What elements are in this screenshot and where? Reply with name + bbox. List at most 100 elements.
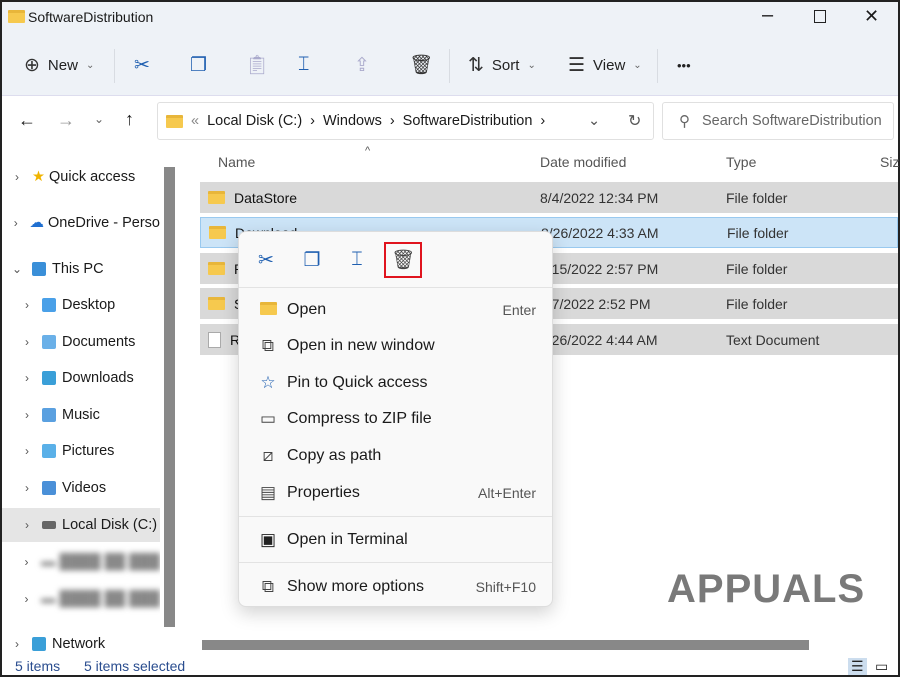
paste-button[interactable]: 📋︎ [245, 34, 269, 96]
column-header-date[interactable]: Date modified [540, 154, 626, 170]
folder-icon [8, 10, 25, 23]
menu-shortcut: Shift+F10 [475, 579, 536, 595]
new-button[interactable]: ⊕ New ⌄ [24, 34, 94, 96]
sort-button[interactable]: ⇅ Sort ⌄ [468, 34, 536, 96]
breadcrumb-softwaredistribution[interactable]: SoftwareDistribution [403, 113, 533, 129]
up-button[interactable]: ↑ [125, 109, 134, 130]
nav-videos[interactable]: › Videos [2, 471, 160, 505]
chevron-right-icon: › [25, 481, 29, 495]
divider [239, 516, 552, 517]
file-row[interactable]: DataStore 8/4/2022 12:34 PM File folder [200, 182, 898, 213]
file-date: 8/15/2022 2:57 PM [540, 260, 659, 277]
column-header-size[interactable]: Siz [880, 154, 899, 170]
window-title: SoftwareDistribution [28, 9, 154, 25]
column-header-name[interactable]: Name [218, 154, 255, 170]
address-history-chevron-icon[interactable]: ⌄ [588, 113, 600, 129]
file-date: 8/26/2022 4:33 AM [541, 224, 659, 241]
chevron-down-icon: ⌄ [85, 59, 95, 71]
nav-network-drive-1[interactable]: › ▬ ████ ██ ███ [2, 545, 160, 579]
rename-button[interactable]: ⌶ [298, 34, 309, 96]
nav-desktop[interactable]: › Desktop [2, 288, 160, 322]
text-file-icon [208, 331, 221, 348]
breadcrumb-local-disk[interactable]: Local Disk (C:) [207, 113, 302, 129]
forward-button[interactable]: → [57, 110, 75, 131]
column-header-type[interactable]: Type [726, 154, 756, 170]
command-bar: ⊕ New ⌄ ✂ ❐ 📋︎ ⌶ ⇪ 🗑︎ ⇅ Sort ⌄ ☰ View ⌄ ••• [2, 34, 898, 96]
clipboard-icon: 📋︎ [245, 55, 270, 76]
nav-label: Music [62, 407, 100, 423]
more-button[interactable]: ••• [677, 34, 691, 96]
tiles-view-button[interactable]: ▭ [875, 658, 888, 675]
nav-label: Documents [62, 334, 136, 350]
chevron-right-icon: › [24, 592, 29, 606]
copy-button[interactable]: ❐ [190, 34, 207, 96]
cut-button[interactable]: ✂ [134, 34, 150, 96]
file-type: Text Document [726, 331, 820, 348]
menu-item-properties[interactable]: ▤ Properties Alt+Enter [249, 476, 544, 510]
file-type: File folder [727, 224, 789, 241]
address-bar[interactable]: « Local Disk (C:) › Windows › SoftwareDist… [157, 102, 654, 140]
nav-label: Local Disk (C:) [62, 517, 158, 533]
breadcrumb-overflow[interactable]: « [191, 113, 199, 129]
context-rename-button[interactable]: ⌶ [338, 242, 376, 278]
menu-label: Copy as path [287, 447, 382, 464]
menu-item-pin-quick-access[interactable]: ☆ Pin to Quick access [249, 366, 544, 400]
breadcrumb-windows[interactable]: Windows [323, 113, 382, 129]
sort-icon: ⇅ [468, 54, 484, 76]
back-button[interactable]: ← [18, 110, 36, 131]
copy-icon: ❐ [303, 249, 321, 271]
nav-local-disk[interactable]: › Local Disk (C:) [2, 508, 160, 542]
search-placeholder: Search SoftwareDistribution [702, 113, 882, 129]
copy-icon: ❐ [190, 54, 208, 76]
nav-documents[interactable]: › Documents [2, 325, 160, 359]
menu-shortcut: Enter [502, 302, 536, 318]
delete-button[interactable]: 🗑︎ [409, 34, 433, 96]
menu-item-compress-zip[interactable]: ▭ Compress to ZIP file [249, 402, 544, 436]
menu-label: Pin to Quick access [287, 374, 428, 391]
minimize-button[interactable]: – [762, 4, 773, 27]
details-view-button[interactable]: ☰ [848, 658, 867, 675]
context-copy-button[interactable]: ❐ [293, 242, 331, 278]
trash-icon: 🗑︎ [390, 250, 416, 271]
refresh-icon[interactable]: ↻ [628, 111, 641, 131]
menu-shortcut: Alt+Enter [478, 485, 536, 501]
menu-item-copy-path[interactable]: ⧄ Copy as path [249, 439, 544, 473]
properties-icon: ▤ [259, 483, 277, 502]
menu-item-open[interactable]: Open Enter [249, 293, 544, 327]
nav-network[interactable]: › Network [2, 627, 160, 661]
nav-label: Desktop [62, 297, 116, 313]
share-button[interactable]: ⇪ [354, 34, 370, 96]
menu-item-open-terminal[interactable]: ▣ Open in Terminal [249, 523, 544, 557]
chevron-right-icon: › [25, 444, 29, 458]
context-delete-button[interactable]: 🗑︎ [384, 242, 422, 278]
trash-icon: 🗑︎ [409, 55, 434, 76]
appuals-watermark: APPUALS [667, 567, 866, 611]
menu-item-open-new-window[interactable]: ⧉ Open in new window [249, 329, 544, 363]
close-button[interactable]: ✕ [864, 6, 879, 27]
context-cut-button[interactable]: ✂ [247, 242, 285, 278]
recent-chevron-icon[interactable]: ⌄ [94, 112, 104, 126]
menu-item-show-more-options[interactable]: ⧉ Show more options Shift+F10 [249, 570, 544, 604]
nav-onedrive[interactable]: › ☁ OneDrive - Perso [2, 206, 160, 240]
view-button[interactable]: ☰ View ⌄ [568, 34, 642, 96]
horizontal-scrollbar[interactable] [202, 640, 809, 650]
nav-network-drive-2[interactable]: › ▬ ████ ██ ███ [2, 582, 160, 616]
star-icon: ★ [32, 169, 45, 185]
star-icon: ☆ [260, 373, 276, 392]
share-icon: ⇪ [354, 54, 370, 76]
more-options-icon: ⧉ [261, 577, 275, 596]
nav-pictures[interactable]: › Pictures [2, 434, 160, 468]
nav-music[interactable]: › Music [2, 398, 160, 432]
blurred-label: ▬ ████ ██ ███ [40, 554, 160, 570]
divider [239, 287, 552, 288]
chevron-right-icon: › [25, 298, 29, 312]
menu-label: Open [287, 301, 327, 318]
music-icon [42, 408, 56, 422]
nav-this-pc[interactable]: ⌄ This PC [2, 252, 160, 286]
nav-label: OneDrive - Perso [47, 215, 160, 231]
nav-quick-access[interactable]: › ★ Quick access [2, 160, 160, 194]
search-input[interactable]: ⚲ Search SoftwareDistribution [662, 102, 894, 140]
maximize-button[interactable] [814, 10, 826, 23]
nav-downloads[interactable]: › Downloads [2, 361, 160, 395]
nav-scrollbar[interactable] [164, 167, 175, 627]
